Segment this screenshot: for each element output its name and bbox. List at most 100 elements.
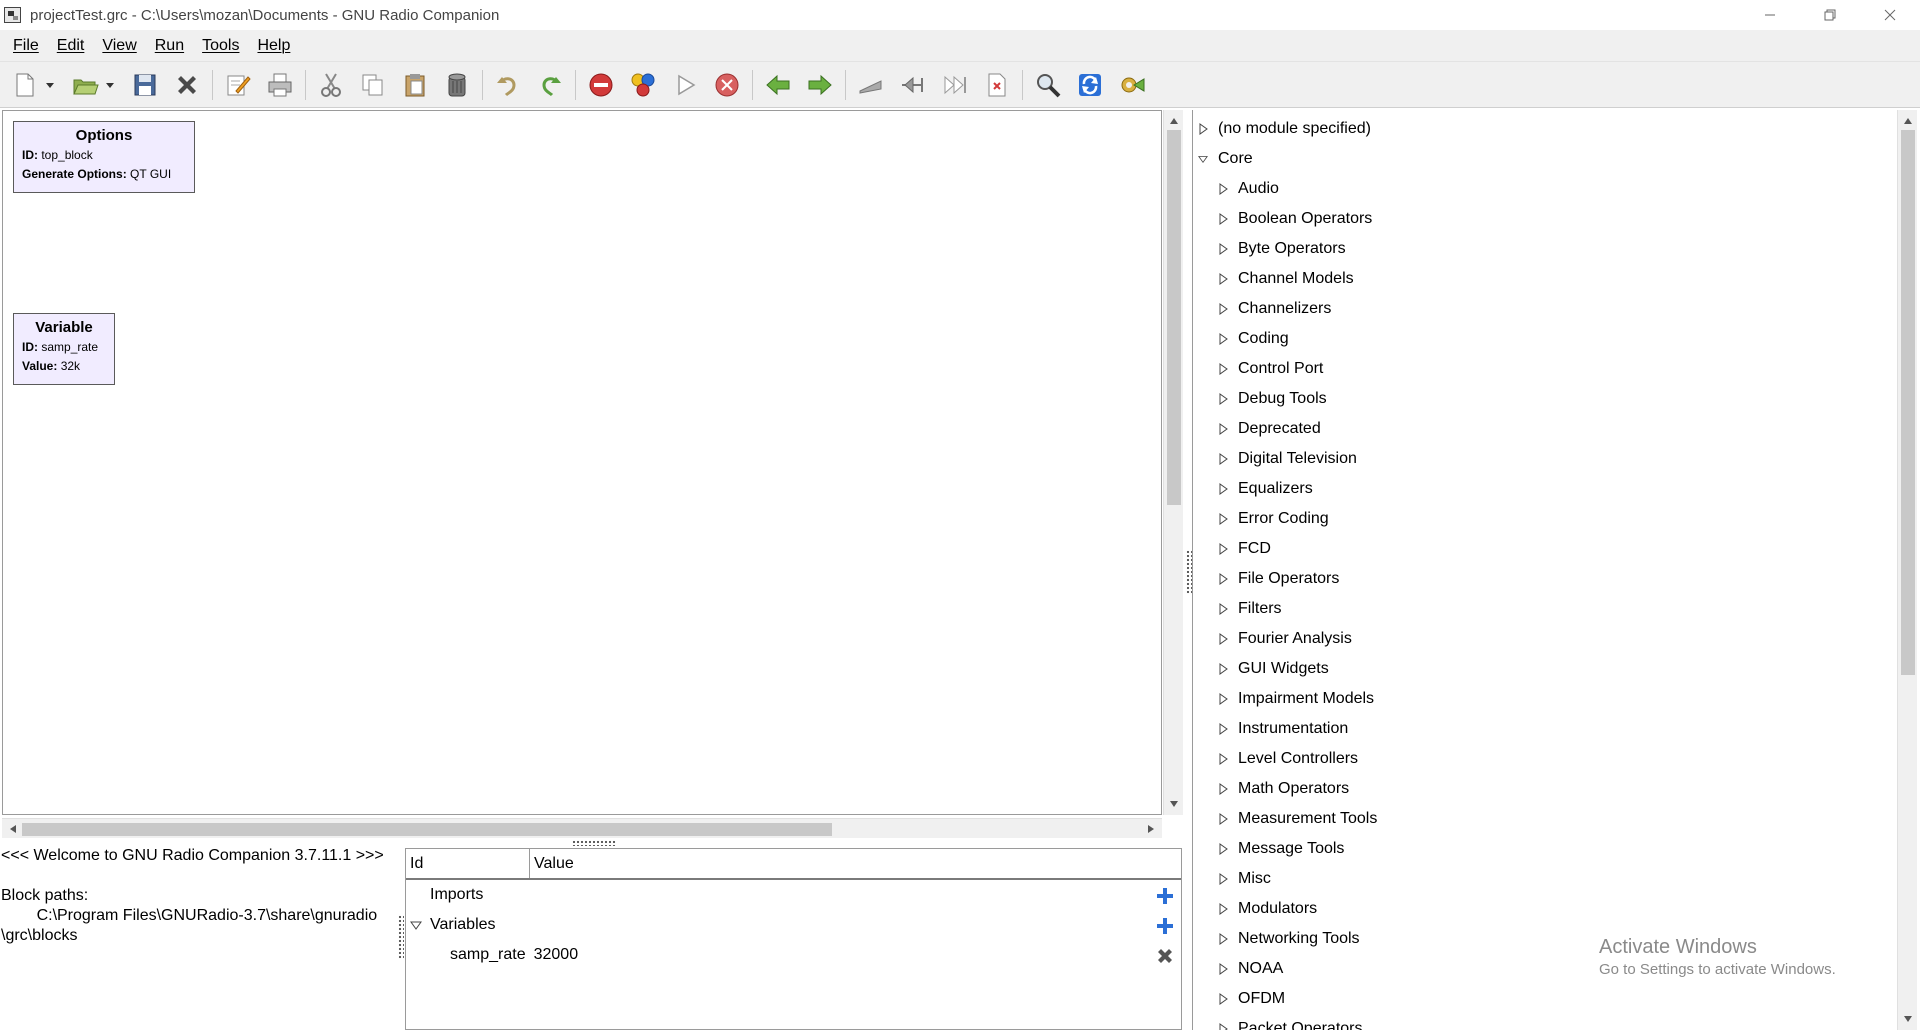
bypass-button[interactable]	[626, 68, 660, 102]
scrollbar-thumb[interactable]	[1901, 130, 1915, 675]
scroll-right-icon[interactable]	[1142, 821, 1160, 837]
scroll-up-icon[interactable]	[1166, 112, 1182, 130]
tree-item-category[interactable]: OFDM	[1218, 984, 1285, 1014]
scroll-up-icon[interactable]	[1900, 112, 1916, 130]
chevron-right-icon[interactable]	[1218, 483, 1228, 495]
menu-file[interactable]: File	[4, 37, 48, 55]
chevron-right-icon[interactable]	[1218, 1023, 1228, 1030]
tree-item-category[interactable]: Coding	[1218, 324, 1289, 354]
tree-item-category[interactable]: Math Operators	[1218, 774, 1349, 804]
close-flowgraph-button[interactable]	[170, 68, 204, 102]
create-hier-button[interactable]	[896, 68, 930, 102]
add-variable-icon[interactable]	[1155, 916, 1175, 936]
tree-vertical-scrollbar[interactable]	[1897, 110, 1917, 1030]
canvas-vertical-scrollbar[interactable]	[1163, 110, 1183, 815]
open-dropdown[interactable]	[104, 68, 116, 102]
menu-tools[interactable]: Tools	[193, 37, 248, 55]
chevron-right-icon[interactable]	[1198, 123, 1208, 135]
tree-item-category[interactable]: Channel Models	[1218, 264, 1354, 294]
column-header-id[interactable]: Id	[406, 849, 530, 878]
flowgraph-canvas[interactable]: Options ID: top_block Generate Options: …	[2, 110, 1162, 815]
chevron-right-icon[interactable]	[1218, 903, 1228, 915]
chevron-right-icon[interactable]	[1218, 813, 1228, 825]
tree-item-category[interactable]: Level Controllers	[1218, 744, 1358, 774]
rotate-right-button[interactable]	[803, 68, 837, 102]
fast-forward-button[interactable]	[938, 68, 972, 102]
tree-item-no-module[interactable]: (no module specified)	[1198, 114, 1371, 144]
tree-item-category[interactable]: Message Tools	[1218, 834, 1344, 864]
tree-item-category[interactable]: File Operators	[1218, 564, 1339, 594]
options-block[interactable]: Options ID: top_block Generate Options: …	[13, 121, 195, 193]
tree-item-category[interactable]: Control Port	[1218, 354, 1323, 384]
chevron-down-icon[interactable]	[410, 919, 422, 931]
copy-button[interactable]	[356, 68, 390, 102]
find-block-button[interactable]	[1031, 68, 1065, 102]
chevron-right-icon[interactable]	[1218, 603, 1228, 615]
chevron-right-icon[interactable]	[1218, 753, 1228, 765]
chevron-down-icon[interactable]	[1198, 153, 1208, 165]
chevron-right-icon[interactable]	[1218, 993, 1228, 1005]
tree-item-category[interactable]: Boolean Operators	[1218, 204, 1372, 234]
chevron-right-icon[interactable]	[1218, 423, 1228, 435]
menu-help[interactable]: Help	[248, 37, 299, 55]
paste-button[interactable]	[398, 68, 432, 102]
scroll-left-icon[interactable]	[4, 821, 22, 837]
new-dropdown[interactable]	[44, 68, 56, 102]
chevron-right-icon[interactable]	[1218, 663, 1228, 675]
variables-row[interactable]: Variables	[406, 910, 1181, 940]
chevron-right-icon[interactable]	[1218, 543, 1228, 555]
pane-resize-handle[interactable]	[572, 840, 616, 846]
minimize-button[interactable]	[1740, 0, 1800, 30]
chevron-right-icon[interactable]	[1218, 513, 1228, 525]
chevron-right-icon[interactable]	[1218, 633, 1228, 645]
tree-item-category[interactable]: Channelizers	[1218, 294, 1331, 324]
open-hier-button[interactable]	[980, 68, 1014, 102]
chevron-right-icon[interactable]	[1218, 453, 1228, 465]
variable-block[interactable]: Variable ID: samp_rate Value: 32k	[13, 313, 115, 385]
print-button[interactable]	[263, 68, 297, 102]
delete-button[interactable]	[440, 68, 474, 102]
chevron-right-icon[interactable]	[1218, 333, 1228, 345]
new-button[interactable]	[8, 68, 42, 102]
kill-button[interactable]	[710, 68, 744, 102]
chevron-right-icon[interactable]	[1218, 843, 1228, 855]
pane-resize-handle[interactable]	[398, 915, 404, 959]
open-button[interactable]	[68, 68, 102, 102]
tree-item-category[interactable]: Misc	[1218, 864, 1271, 894]
cut-button[interactable]	[314, 68, 348, 102]
tree-item-category[interactable]: Equalizers	[1218, 474, 1313, 504]
tree-item-category[interactable]: Impairment Models	[1218, 684, 1374, 714]
chevron-right-icon[interactable]	[1218, 363, 1228, 375]
tree-item-category[interactable]: Digital Television	[1218, 444, 1357, 474]
tree-item-category[interactable]: Audio	[1218, 174, 1279, 204]
tree-item-category[interactable]: Deprecated	[1218, 414, 1321, 444]
tree-item-category[interactable]: Debug Tools	[1218, 384, 1327, 414]
chevron-right-icon[interactable]	[1218, 183, 1228, 195]
restore-button[interactable]	[1800, 0, 1860, 30]
enable-button[interactable]	[854, 68, 888, 102]
chevron-right-icon[interactable]	[1218, 393, 1228, 405]
add-import-icon[interactable]	[1155, 886, 1175, 906]
chevron-right-icon[interactable]	[1218, 243, 1228, 255]
scrollbar-thumb[interactable]	[22, 823, 832, 836]
tree-item-category[interactable]: Measurement Tools	[1218, 804, 1377, 834]
tree-item-category[interactable]: Networking Tools	[1218, 924, 1360, 954]
tree-item-category[interactable]: Instrumentation	[1218, 714, 1348, 744]
redo-button[interactable]	[533, 68, 567, 102]
tree-item-core[interactable]: Core	[1198, 144, 1253, 174]
menu-view[interactable]: View	[93, 37, 145, 55]
tree-item-category[interactable]: NOAA	[1218, 954, 1283, 984]
reload-blocks-button[interactable]	[1073, 68, 1107, 102]
chevron-right-icon[interactable]	[1218, 933, 1228, 945]
tree-item-category[interactable]: FCD	[1218, 534, 1271, 564]
remove-variable-icon[interactable]	[1155, 946, 1175, 966]
tree-item-category[interactable]: Modulators	[1218, 894, 1317, 924]
scroll-down-icon[interactable]	[1166, 795, 1182, 813]
rotate-left-button[interactable]	[761, 68, 795, 102]
scroll-down-icon[interactable]	[1900, 1010, 1916, 1028]
menu-run[interactable]: Run	[146, 37, 193, 55]
tree-item-category[interactable]: Filters	[1218, 594, 1282, 624]
variable-row[interactable]: samp_rate 32000	[406, 940, 1181, 970]
properties-button[interactable]	[221, 68, 255, 102]
chevron-right-icon[interactable]	[1218, 693, 1228, 705]
